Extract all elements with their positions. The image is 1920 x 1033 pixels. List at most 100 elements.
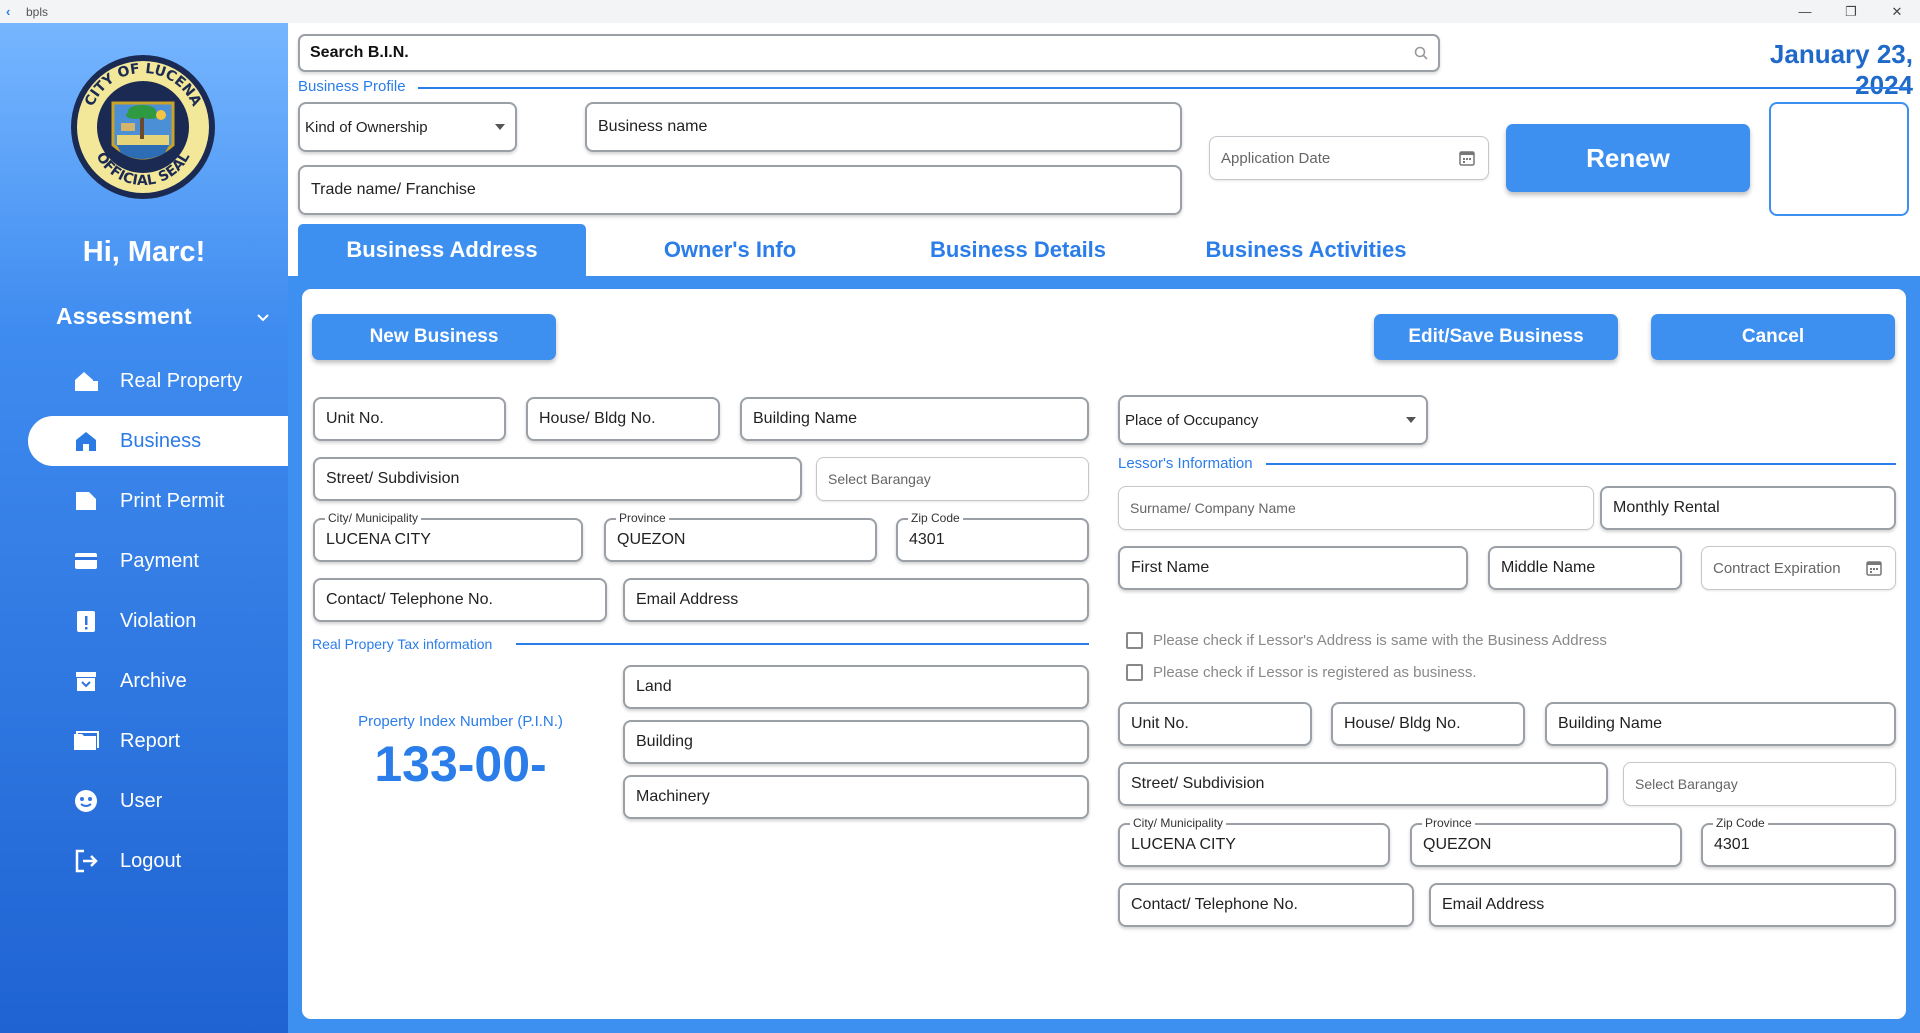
city-municipality-value: LUCENA CITY — [326, 531, 431, 548]
search-bin-label: Search B.I.N. — [310, 44, 409, 61]
lessor-province-label: Province — [1422, 816, 1475, 830]
building-name-field[interactable]: Building Name — [740, 397, 1089, 441]
building-field[interactable]: Building — [623, 720, 1089, 764]
machinery-field[interactable]: Machinery — [623, 775, 1089, 819]
business-photo-box[interactable] — [1769, 102, 1909, 216]
sidebar-item-label: Archive — [120, 669, 187, 692]
folder-icon — [72, 727, 100, 755]
lessor-contact-telephone-field[interactable]: Contact/ Telephone No. — [1118, 883, 1414, 927]
place-of-occupancy-select[interactable]: Place of Occupancy — [1118, 395, 1428, 445]
user-icon — [72, 787, 100, 815]
tab-owners-info[interactable]: Owner's Info — [586, 224, 874, 276]
middle-name-field[interactable]: Middle Name — [1488, 546, 1682, 590]
lessor-select-barangay-placeholder: Select Barangay — [1635, 776, 1738, 792]
street-subdivision-field[interactable]: Street/ Subdivision — [313, 457, 802, 501]
zip-code-field[interactable]: Zip Code 4301 — [896, 511, 1089, 562]
kind-of-ownership-select[interactable]: Kind of Ownership — [298, 102, 517, 152]
sidebar-item-logout[interactable]: Logout — [28, 836, 288, 886]
main-content: Search B.I.N. January 23, 2024 Business … — [288, 23, 1920, 1033]
sidebar-item-label: Real Property — [120, 369, 243, 392]
calendar-icon[interactable] — [1458, 149, 1476, 167]
same-address-checkbox[interactable]: Please check if Lessor's Address is same… — [1126, 632, 1607, 649]
calendar-icon[interactable] — [1865, 559, 1883, 577]
print-permit-icon — [72, 487, 100, 515]
land-placeholder: Land — [636, 678, 672, 695]
close-button[interactable]: ✕ — [1874, 0, 1920, 23]
contract-expiration-field[interactable]: Contract Expiration — [1701, 546, 1896, 590]
lessor-house-bldg-no-field[interactable]: House/ Bldg No. — [1331, 702, 1525, 746]
renew-button[interactable]: Renew — [1506, 124, 1750, 192]
sidebar-item-business[interactable]: Business — [28, 416, 288, 466]
lessor-street-subdivision-field[interactable]: Street/ Subdivision — [1118, 762, 1608, 806]
contact-telephone-field[interactable]: Contact/ Telephone No. — [313, 578, 607, 622]
sidebar-item-payment[interactable]: Payment — [28, 536, 288, 586]
application-date-placeholder: Application Date — [1221, 149, 1331, 167]
zip-code-value: 4301 — [909, 531, 945, 548]
sidebar-item-archive[interactable]: Archive — [28, 656, 288, 706]
email-address-placeholder: Email Address — [636, 591, 739, 608]
house-bldg-no-placeholder: House/ Bldg No. — [539, 410, 656, 427]
maximize-button[interactable]: ❐ — [1828, 0, 1874, 23]
select-barangay-field[interactable]: Select Barangay — [816, 457, 1089, 501]
sidebar-item-label: User — [120, 789, 163, 812]
violation-icon — [72, 607, 100, 635]
tab-business-address[interactable]: Business Address — [298, 224, 586, 276]
monthly-rental-field[interactable]: Monthly Rental — [1600, 486, 1896, 530]
cancel-button[interactable]: Cancel — [1651, 314, 1895, 360]
lessors-information-heading: Lessor's Information — [1118, 455, 1253, 472]
first-name-field[interactable]: First Name — [1118, 546, 1468, 590]
lessor-city-municipality-label: City/ Municipality — [1130, 816, 1227, 830]
building-name-placeholder: Building Name — [753, 410, 858, 427]
unit-no-field[interactable]: Unit No. — [313, 397, 506, 441]
minimize-button[interactable]: — — [1782, 0, 1828, 23]
dropdown-arrow-icon — [495, 124, 505, 130]
province-label: Province — [616, 511, 669, 525]
house-bldg-no-field[interactable]: House/ Bldg No. — [526, 397, 720, 441]
monthly-rental-placeholder: Monthly Rental — [1613, 499, 1720, 516]
lessor-email-address-field[interactable]: Email Address — [1429, 883, 1896, 927]
chevron-down-icon — [257, 313, 269, 321]
tab-business-details[interactable]: Business Details — [874, 224, 1162, 276]
tab-business-activities[interactable]: Business Activities — [1162, 224, 1450, 276]
sidebar-item-label: Report — [120, 729, 181, 752]
lessor-street-subdivision-placeholder: Street/ Subdivision — [1131, 775, 1265, 792]
sidebar-item-user[interactable]: User — [28, 776, 288, 826]
select-barangay-placeholder: Select Barangay — [828, 471, 931, 487]
new-business-button[interactable]: New Business — [312, 314, 556, 360]
lessor-city-municipality-field[interactable]: City/ Municipality LUCENA CITY — [1118, 816, 1390, 867]
real-property-icon — [72, 367, 100, 395]
province-field[interactable]: Province QUEZON — [604, 511, 877, 562]
lessor-province-value: QUEZON — [1423, 836, 1492, 853]
street-subdivision-placeholder: Street/ Subdivision — [326, 470, 460, 487]
pin-value: 133-00- — [374, 736, 547, 792]
edit-save-business-button[interactable]: Edit/Save Business — [1374, 314, 1618, 360]
lessor-select-barangay-field[interactable]: Select Barangay — [1623, 762, 1896, 806]
sidebar-item-report[interactable]: Report — [28, 716, 288, 766]
lessor-building-name-field[interactable]: Building Name — [1545, 702, 1896, 746]
sidebar-item-real-property[interactable]: Real Property — [28, 356, 288, 406]
dropdown-arrow-icon — [1406, 417, 1416, 423]
window-controls: — ❐ ✕ — [1782, 0, 1920, 23]
checkbox-box[interactable] — [1126, 632, 1143, 649]
trade-name-field[interactable]: Trade name/ Franchise — [298, 165, 1182, 215]
province-value: QUEZON — [617, 531, 686, 548]
checkbox-box[interactable] — [1126, 664, 1143, 681]
land-field[interactable]: Land — [623, 665, 1089, 709]
assessment-section-toggle[interactable]: Assessment — [56, 303, 271, 330]
email-address-field[interactable]: Email Address — [623, 578, 1089, 622]
lessor-building-name-placeholder: Building Name — [1558, 715, 1663, 732]
sidebar-item-print-permit[interactable]: Print Permit — [28, 476, 288, 526]
search-bin-input[interactable]: Search B.I.N. — [298, 34, 1440, 72]
lessor-zip-code-field[interactable]: Zip Code 4301 — [1701, 816, 1896, 867]
lessor-unit-no-field[interactable]: Unit No. — [1118, 702, 1312, 746]
business-name-field[interactable]: Business name — [585, 102, 1182, 152]
rpt-information-divider — [516, 643, 1089, 645]
lessor-registered-checkbox-label: Please check if Lessor is registered as … — [1153, 664, 1477, 681]
sidebar-item-violation[interactable]: Violation — [28, 596, 288, 646]
lessor-province-field[interactable]: Province QUEZON — [1410, 816, 1682, 867]
surname-company-field[interactable]: Surname/ Company Name — [1118, 486, 1594, 530]
kind-of-ownership-value: Kind of Ownership — [305, 118, 428, 136]
lessor-registered-checkbox[interactable]: Please check if Lessor is registered as … — [1126, 664, 1477, 681]
city-municipality-field[interactable]: City/ Municipality LUCENA CITY — [313, 511, 583, 562]
application-date-field[interactable]: Application Date — [1209, 136, 1489, 180]
